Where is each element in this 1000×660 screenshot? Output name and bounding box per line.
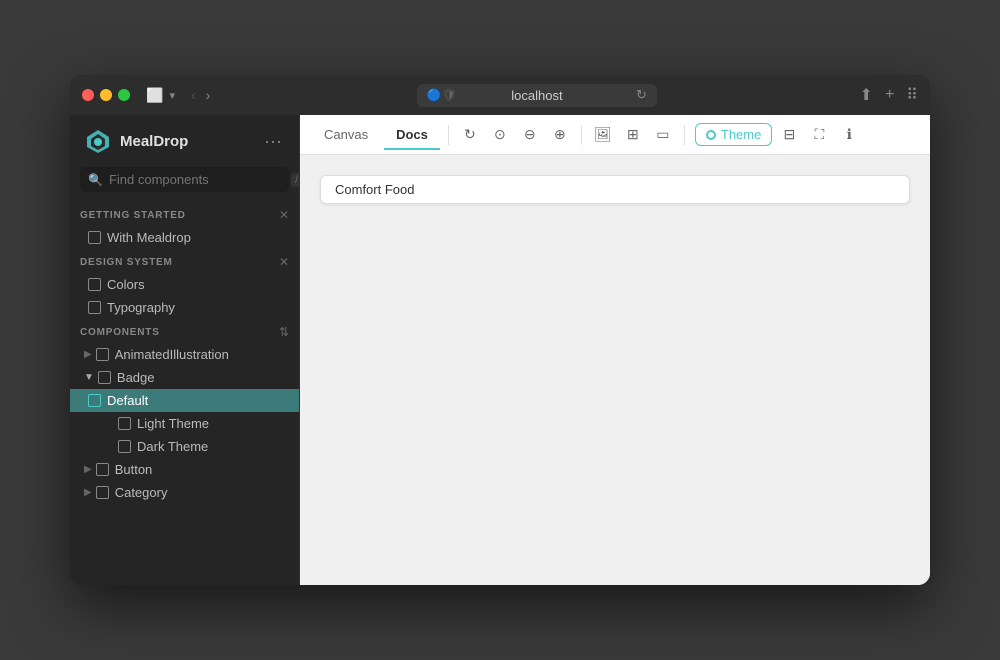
section-getting-started-title: GETTING STARTED xyxy=(80,210,186,221)
item-icon-typography xyxy=(88,301,101,314)
maximize-button[interactable] xyxy=(118,89,130,101)
section-components[interactable]: COMPONENTS ⇅ xyxy=(70,319,299,343)
chevron-right-button-icon: ▶ xyxy=(84,464,92,475)
back-button[interactable]: ‹ xyxy=(187,85,200,105)
theme-button[interactable]: Theme xyxy=(695,123,772,146)
sidebar-item-category-label: Category xyxy=(115,485,168,500)
tab-docs[interactable]: Docs xyxy=(384,121,440,150)
sidebar-item-category[interactable]: ▶ Category xyxy=(70,481,299,504)
nav-arrows: ‹ › xyxy=(187,85,214,105)
zoom-out-icon[interactable]: ⊖ xyxy=(517,122,543,148)
sidebar-toggle[interactable]: ⬜ ▾ xyxy=(146,87,175,104)
chevron-down-icon: ▼ xyxy=(84,372,94,383)
grid-layout-icon[interactable]: ⊞ xyxy=(620,122,646,148)
item-icon-default xyxy=(88,394,101,407)
section-design-system-collapse[interactable]: ✕ xyxy=(279,255,289,269)
address-bar: 🔵 🛡 localhost ↻ xyxy=(222,84,851,107)
section-design-system[interactable]: DESIGN SYSTEM ✕ xyxy=(70,249,299,273)
section-getting-started-collapse[interactable]: ✕ xyxy=(279,208,289,222)
grid-icon[interactable]: ⠿ xyxy=(906,85,918,105)
chevron-right-category-icon: ▶ xyxy=(84,487,92,498)
item-icon-light-theme xyxy=(118,417,131,430)
traffic-lights xyxy=(82,89,130,101)
sidebar-item-typography-label: Typography xyxy=(107,300,175,315)
sidebar-item-light-theme-label: Light Theme xyxy=(137,416,209,431)
comfort-food-badge: Comfort Food xyxy=(320,175,910,204)
theme-dot-icon xyxy=(706,130,716,140)
logo-area: MealDrop xyxy=(84,127,188,155)
sidebar-item-light-theme[interactable]: Light Theme xyxy=(70,412,299,435)
fullscreen-icon[interactable]: ⛶ xyxy=(806,122,832,148)
search-bar[interactable]: 🔍 / xyxy=(80,167,289,192)
content-area: Canvas Docs ↻ ⊙ ⊖ ⊕ 🖼 ⊞ ▭ Theme ⊟ ⛶ ℹ xyxy=(300,115,930,585)
item-icon-button xyxy=(96,463,109,476)
minimize-button[interactable] xyxy=(100,89,112,101)
item-icon-category xyxy=(96,486,109,499)
sidebar-item-with-mealdrop-label: With Mealdrop xyxy=(107,230,191,245)
sidebar-item-colors-label: Colors xyxy=(107,277,145,292)
sidebar-item-default-label: Default xyxy=(107,393,148,408)
toolbar: Canvas Docs ↻ ⊙ ⊖ ⊕ 🖼 ⊞ ▭ Theme ⊟ ⛶ ℹ xyxy=(300,115,930,155)
sidebar-item-animated-illustration[interactable]: ▶ AnimatedIllustration xyxy=(70,343,299,366)
sidebar: MealDrop ··· 🔍 / GETTING STARTED ✕ With … xyxy=(70,115,300,585)
refresh-icon[interactable]: ↻ xyxy=(457,122,483,148)
section-design-system-title: DESIGN SYSTEM xyxy=(80,257,173,268)
titlebar-right: ⬆ + ⠿ xyxy=(860,85,918,105)
search-icon: 🔍 xyxy=(88,173,103,187)
canvas-container: Comfort Food xyxy=(320,175,910,565)
toolbar-separator-2 xyxy=(581,125,582,145)
logo-text: MealDrop xyxy=(120,133,188,150)
item-icon-with-mealdrop xyxy=(88,231,101,244)
split-icon[interactable]: ⊟ xyxy=(776,122,802,148)
sidebar-item-badge-label: Badge xyxy=(117,370,155,385)
sidebar-item-dark-theme[interactable]: Dark Theme xyxy=(70,435,299,458)
sidebar-header: MealDrop ··· xyxy=(70,115,299,163)
tab-canvas[interactable]: Canvas xyxy=(312,121,380,150)
close-button[interactable] xyxy=(82,89,94,101)
sidebar-item-colors[interactable]: Colors xyxy=(70,273,299,296)
sidebar-item-badge[interactable]: ▼ Badge xyxy=(70,366,299,389)
image-icon[interactable]: 🖼 xyxy=(590,122,616,148)
new-tab-icon[interactable]: + xyxy=(885,86,894,104)
toolbar-separator-3 xyxy=(684,125,685,145)
titlebar: ⬜ ▾ ‹ › 🔵 🛡 localhost ↻ ⬆ + ⠿ xyxy=(70,75,930,115)
sidebar-item-typography[interactable]: Typography xyxy=(70,296,299,319)
section-getting-started[interactable]: GETTING STARTED ✕ xyxy=(70,202,299,226)
item-icon-colors xyxy=(88,278,101,291)
item-icon-dark-theme xyxy=(118,440,131,453)
main-area: MealDrop ··· 🔍 / GETTING STARTED ✕ With … xyxy=(70,115,930,585)
section-components-title: COMPONENTS xyxy=(80,327,160,338)
search-shortcut: / xyxy=(291,173,300,187)
forward-button[interactable]: › xyxy=(202,85,215,105)
theme-label: Theme xyxy=(721,127,761,142)
sidebar-item-animated-label: AnimatedIllustration xyxy=(115,347,229,362)
item-icon-animated xyxy=(96,348,109,361)
chevron-right-icon: ▶ xyxy=(84,349,92,360)
sidebar-item-button[interactable]: ▶ Button xyxy=(70,458,299,481)
zoom-in-icon[interactable]: ⊕ xyxy=(547,122,573,148)
item-icon-badge xyxy=(98,371,111,384)
more-button[interactable]: ··· xyxy=(261,129,285,153)
search-input[interactable] xyxy=(109,172,285,187)
app-window: ⬜ ▾ ‹ › 🔵 🛡 localhost ↻ ⬆ + ⠿ xyxy=(70,75,930,585)
sidebar-item-button-label: Button xyxy=(115,462,153,477)
section-components-toggle[interactable]: ⇅ xyxy=(279,325,289,339)
share-icon[interactable]: ⬆ xyxy=(860,85,873,105)
info-icon[interactable]: ℹ xyxy=(836,122,862,148)
toolbar-separator xyxy=(448,125,449,145)
panel-icon[interactable]: ▭ xyxy=(650,122,676,148)
sidebar-item-dark-theme-label: Dark Theme xyxy=(137,439,208,454)
logo-icon xyxy=(84,127,112,155)
zoom-fit-icon[interactable]: ⊙ xyxy=(487,122,513,148)
sidebar-item-with-mealdrop[interactable]: With Mealdrop xyxy=(70,226,299,249)
canvas-area: Comfort Food xyxy=(300,155,930,585)
sidebar-item-default[interactable]: Default xyxy=(70,389,299,412)
